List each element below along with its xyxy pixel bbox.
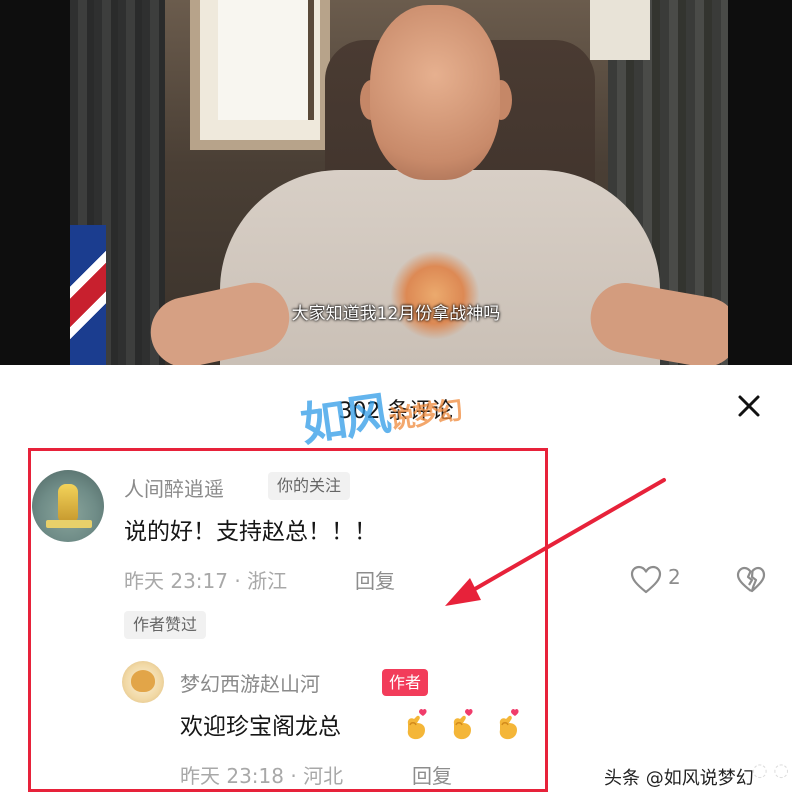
source-watermark: 头条 @如风说梦幻	[604, 768, 754, 789]
broken-heart-icon[interactable]	[736, 566, 766, 594]
window	[190, 0, 330, 150]
highlight-box	[28, 448, 548, 792]
heart-like-icon[interactable]	[630, 565, 662, 595]
person-head	[370, 5, 500, 180]
flag	[70, 225, 106, 365]
video-player[interactable]: 大家知道我12月份拿战神吗	[0, 0, 792, 365]
faint-icons: ◌ ◌	[752, 760, 790, 781]
close-icon[interactable]	[734, 391, 764, 421]
like-count: 2	[668, 565, 681, 589]
video-subtitle: 大家知道我12月份拿战神吗	[291, 304, 501, 324]
